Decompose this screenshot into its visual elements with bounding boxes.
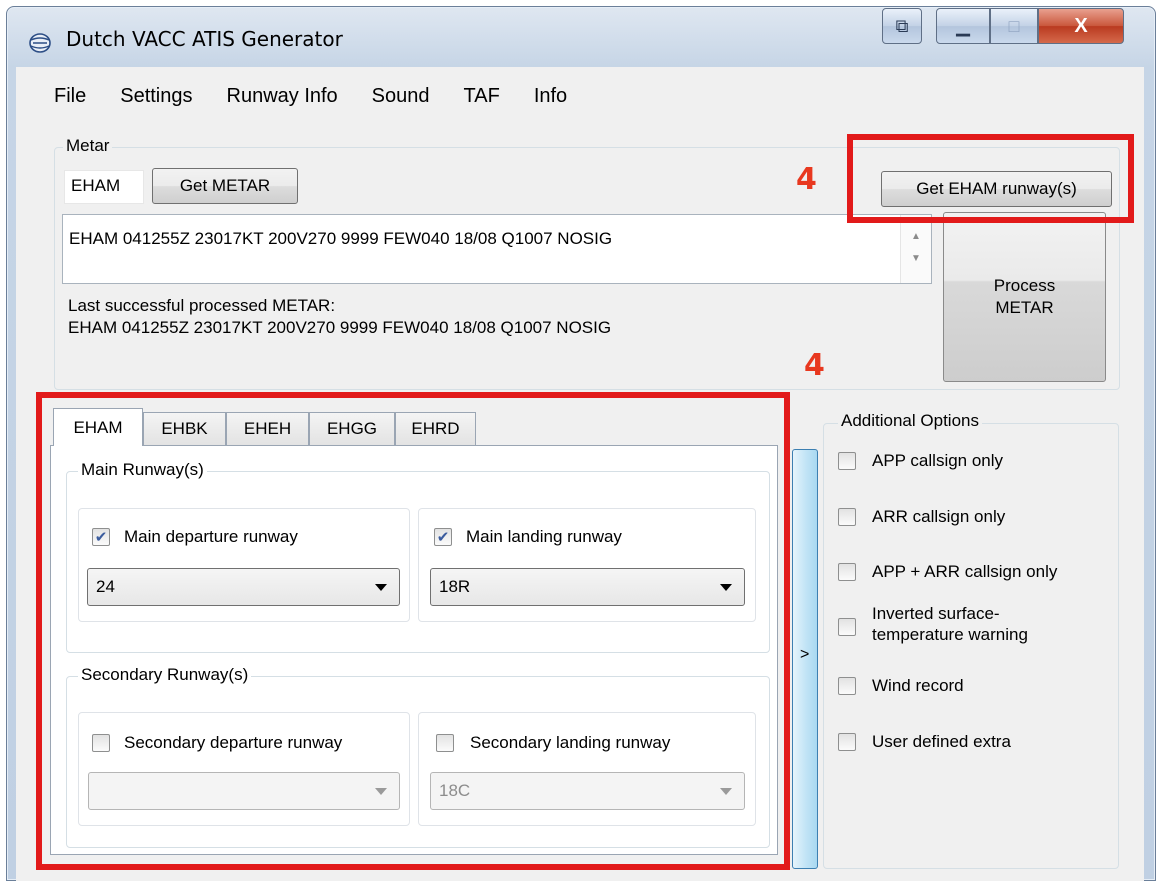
- annotation-box-runways-button: [847, 134, 1134, 223]
- scroll-down-icon[interactable]: ▼: [911, 253, 921, 264]
- menu-taf[interactable]: TAF: [447, 81, 517, 111]
- annotation-number-middle: 4: [804, 348, 825, 383]
- wind-record-checkbox[interactable]: [838, 677, 856, 695]
- inverted-temp-warning-checkbox[interactable]: [838, 618, 856, 636]
- metar-scrollbar[interactable]: ▲ ▼: [900, 215, 931, 283]
- maximize-button[interactable]: □: [990, 8, 1038, 44]
- close-button[interactable]: X: [1038, 8, 1124, 44]
- arr-callsign-checkbox[interactable]: [838, 508, 856, 526]
- app-callsign-checkbox[interactable]: [838, 452, 856, 470]
- menu-info[interactable]: Info: [517, 81, 584, 111]
- process-metar-label: Process METAR: [993, 276, 1056, 317]
- tab-eham[interactable]: EHAM: [53, 408, 143, 446]
- app-globe-icon: [29, 33, 51, 53]
- annotation-box-runway-tabs: [36, 392, 790, 870]
- station-input[interactable]: EHAM: [64, 170, 144, 204]
- menu-settings[interactable]: Settings: [103, 81, 209, 111]
- wind-record-label: Wind record: [872, 676, 964, 695]
- menu-bar: File Settings Runway Info Sound TAF Info: [16, 67, 1144, 125]
- scroll-up-icon[interactable]: ▲: [911, 231, 921, 242]
- user-defined-extra-checkbox[interactable]: [838, 733, 856, 751]
- metar-text: EHAM 041255Z 23017KT 200V270 9999 FEW040…: [69, 229, 613, 248]
- annotation-number-top: 4: [796, 162, 817, 197]
- arr-callsign-label: ARR callsign only: [872, 507, 1006, 526]
- metar-group-label: Metar: [63, 136, 113, 156]
- last-metar-label: Last successful processed METAR:: [68, 296, 336, 315]
- get-metar-button[interactable]: Get METAR: [152, 168, 298, 204]
- inverted-temp-warning-label: Inverted surface-temperature warning: [872, 604, 1028, 644]
- expander-chevron-icon: >: [800, 646, 810, 663]
- options-expander-button[interactable]: >: [792, 449, 818, 869]
- metar-textbox[interactable]: EHAM 041255Z 23017KT 200V270 9999 FEW040…: [62, 214, 932, 284]
- menu-sound[interactable]: Sound: [355, 81, 447, 111]
- app-arr-callsign-label: APP + ARR callsign only: [872, 562, 1058, 581]
- user-defined-extra-label: User defined extra: [872, 732, 1011, 751]
- window-help-button[interactable]: ⧉: [882, 8, 922, 44]
- app-arr-callsign-checkbox[interactable]: [838, 563, 856, 581]
- additional-options-label: Additional Options: [838, 411, 982, 431]
- process-metar-button[interactable]: Process METAR: [943, 212, 1106, 382]
- minimize-button[interactable]: ▁: [936, 8, 990, 44]
- menu-file[interactable]: File: [16, 81, 103, 111]
- last-metar-value: EHAM 041255Z 23017KT 200V270 9999 FEW040…: [68, 318, 612, 337]
- app-callsign-label: APP callsign only: [872, 451, 1004, 470]
- additional-options-group: [823, 423, 1119, 869]
- window-title: Dutch VACC ATIS Generator: [66, 27, 343, 51]
- menu-runway-info[interactable]: Runway Info: [210, 81, 355, 111]
